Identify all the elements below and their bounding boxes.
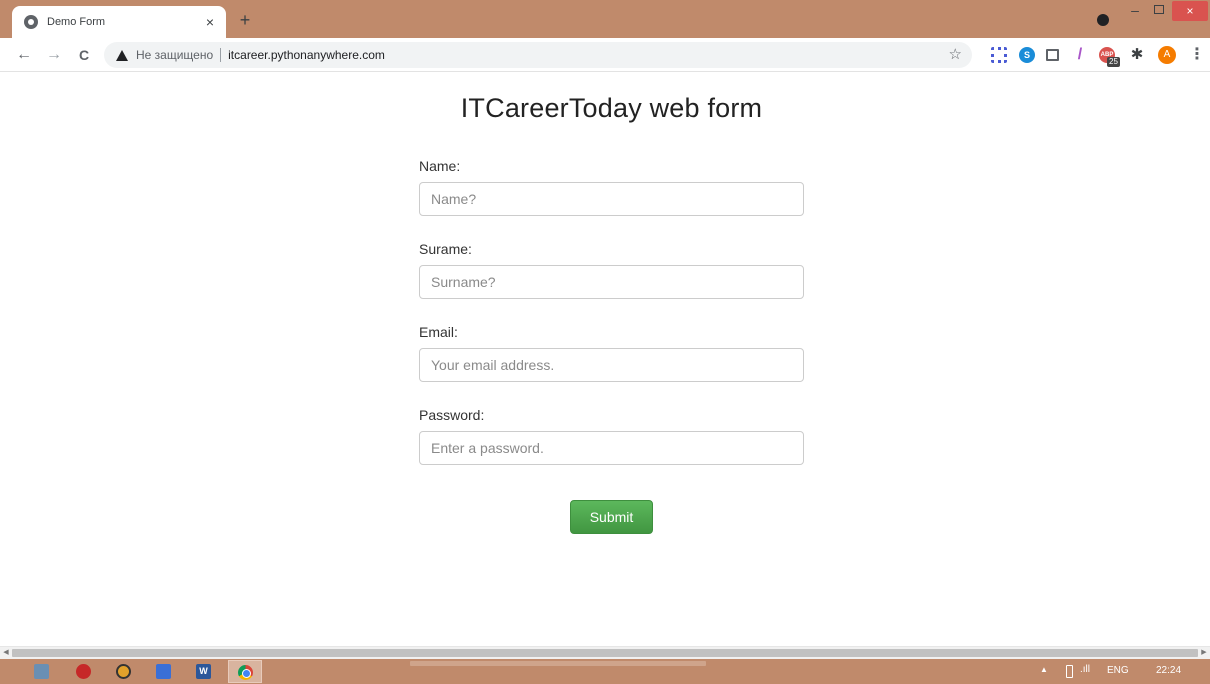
back-button[interactable]: ← (14, 45, 34, 65)
window-minimize-button[interactable]: – (1127, 3, 1143, 20)
scrollbar-thumb[interactable] (12, 649, 1198, 657)
tray-expand-icon[interactable]: ▲ (1040, 665, 1048, 674)
os-taskbar: W ▲ .ıll ENG 22:24 (0, 659, 1210, 684)
apps-grid-icon[interactable] (991, 47, 1007, 63)
tab-close-icon[interactable]: × (202, 14, 218, 30)
url-text[interactable]: itcareer.pythonanywhere.com (228, 48, 385, 62)
file-explorer-icon[interactable] (34, 664, 49, 679)
email-label: Email: (419, 324, 458, 340)
scroll-right-icon[interactable]: ▶ (1198, 647, 1210, 659)
forward-button[interactable]: → (44, 45, 64, 65)
scroll-left-icon[interactable]: ◀ (0, 647, 12, 659)
password-input[interactable] (419, 431, 804, 465)
surname-label: Surame: (419, 241, 472, 257)
extensions-puzzle-icon[interactable]: ✱ (1129, 47, 1145, 63)
globe-icon (24, 15, 38, 29)
tab-demo-form[interactable]: Demo Form × (12, 6, 226, 38)
password-label: Password: (419, 407, 485, 423)
taskbar-chrome-button[interactable] (228, 660, 262, 683)
pen-extension-icon[interactable]: / (1072, 47, 1088, 63)
taskbar-preview-strip (410, 661, 706, 666)
bookmark-star-icon[interactable]: ☆ (949, 46, 962, 64)
skype-icon[interactable]: S (1019, 47, 1035, 63)
chrome-icon (238, 665, 253, 680)
save-disk-icon[interactable] (156, 664, 171, 679)
submit-button[interactable]: Submit (570, 500, 653, 534)
email-input[interactable] (419, 348, 804, 382)
browser-toolbar: ← → C Не защищено itcareer.pythonanywher… (0, 38, 1210, 72)
reload-button[interactable]: C (74, 45, 94, 65)
word-icon[interactable]: W (196, 664, 211, 679)
winamp-icon[interactable] (116, 664, 131, 679)
surname-input[interactable] (419, 265, 804, 299)
profile-indicator-icon[interactable] (1097, 14, 1109, 26)
warning-icon[interactable] (116, 49, 128, 61)
browser-menu-icon[interactable]: ⋮ (1189, 45, 1205, 65)
page-content: ITCareerToday web form Name: Surame: Ema… (0, 73, 1210, 646)
browser-titlebar: Demo Form × + – × (0, 0, 1210, 38)
screenshot-extension-icon[interactable] (1046, 49, 1059, 61)
clock[interactable]: 22:24 (1156, 665, 1181, 676)
page-title: ITCareerToday web form (460, 93, 763, 123)
signal-icon[interactable]: .ıll (1080, 664, 1090, 675)
profile-avatar[interactable]: A (1158, 46, 1176, 64)
address-bar[interactable]: Не защищено itcareer.pythonanywhere.com … (104, 42, 972, 68)
security-status[interactable]: Не защищено (136, 48, 213, 62)
horizontal-scrollbar[interactable]: ◀ ▶ (0, 646, 1210, 659)
language-indicator[interactable]: ENG (1107, 665, 1129, 676)
adblock-badge: 25 (1107, 57, 1120, 67)
name-input[interactable] (419, 182, 804, 216)
window-close-button[interactable]: × (1172, 1, 1208, 21)
window-restore-button[interactable] (1154, 5, 1164, 14)
omnibox-divider (220, 48, 222, 62)
tab-title: Demo Form (47, 16, 106, 28)
battery-icon[interactable] (1066, 665, 1073, 678)
new-tab-button[interactable]: + (234, 9, 256, 31)
power-app-icon[interactable] (76, 664, 91, 679)
name-label: Name: (419, 158, 461, 174)
